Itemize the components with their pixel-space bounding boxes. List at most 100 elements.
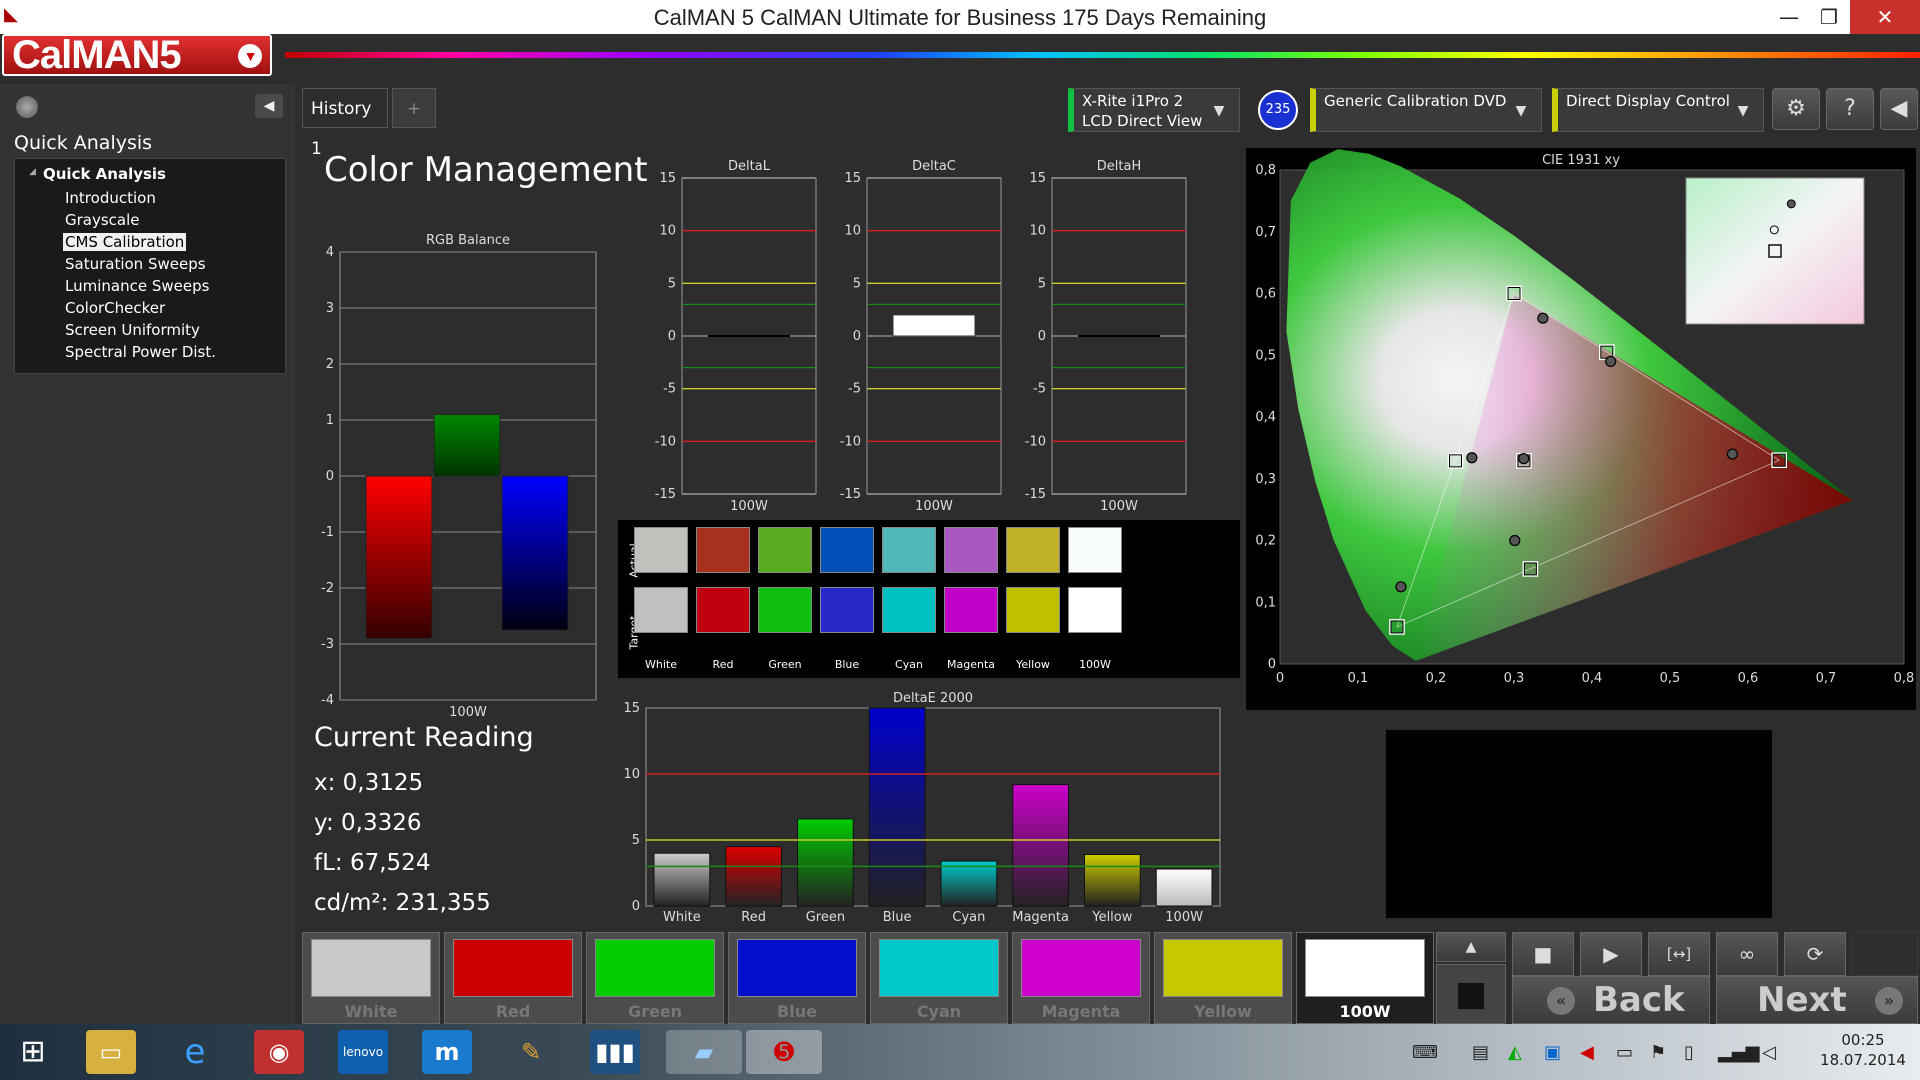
- x-tick-label: Magenta: [1012, 910, 1069, 925]
- app-icon-3[interactable]: ▮▮▮: [590, 1030, 640, 1074]
- cie-1931-chart: CIE 1931 xy 0 0,1 0,2 0,3 0,4 0,5 0,6 0,7 0,8 0 0,1…: [1246, 148, 1916, 710]
- source-name: Generic Calibration DVD: [1324, 92, 1507, 110]
- x-tick-label: Yellow: [1091, 910, 1132, 925]
- patch-button-green[interactable]: Green: [586, 932, 724, 1024]
- logo-dropdown-icon[interactable]: ▼: [238, 44, 262, 68]
- patch-label: Cyan: [916, 1002, 962, 1021]
- app-icon-1[interactable]: ◉: [254, 1030, 304, 1074]
- delta-e-2000-chart: DeltaE 2000 15 10 5 0 White Red Green Blue Cyan Ma…: [623, 691, 1221, 925]
- x-tick-label: 0,7: [1816, 671, 1837, 686]
- chevron-down-icon[interactable]: ▼: [1207, 99, 1231, 123]
- file-explorer-icon[interactable]: ▭: [86, 1030, 136, 1074]
- y-tick-label: 5: [632, 833, 640, 848]
- patch-button-red[interactable]: Red: [444, 932, 582, 1024]
- delta-e-bar: [1155, 868, 1213, 907]
- chevron-down-icon[interactable]: ▼: [1731, 99, 1755, 123]
- tray-icon-2[interactable]: ▣: [1544, 1042, 1561, 1063]
- chevron-down-icon[interactable]: ▼: [1509, 99, 1533, 123]
- settings-gear-icon[interactable]: ⚙: [1772, 88, 1820, 130]
- app-icon-2[interactable]: m: [422, 1030, 472, 1074]
- play-button[interactable]: ▶: [1580, 932, 1642, 976]
- up-button[interactable]: ▲: [1436, 932, 1506, 962]
- display-selector[interactable]: Direct Display Control ▼: [1552, 88, 1764, 132]
- app-icon-4[interactable]: ▰: [666, 1030, 742, 1074]
- loop-button[interactable]: ∞: [1716, 932, 1778, 976]
- delta-e-bar: [797, 818, 854, 907]
- speaker-tray-icon[interactable]: ◀: [1580, 1042, 1594, 1063]
- window-title: CalMAN 5 CalMAN Ultimate for Business 17…: [653, 5, 1267, 30]
- delta-bar: [892, 314, 976, 337]
- sidebar-item-label: Spectral Power Dist.: [65, 343, 216, 361]
- tab-history-1[interactable]: History 1: [302, 88, 388, 159]
- swatch-label: 100W: [1079, 658, 1111, 671]
- back-button[interactable]: « Back: [1512, 976, 1710, 1024]
- start-windows-icon[interactable]: ⊞: [8, 1030, 58, 1074]
- lenovo-icon[interactable]: lenovo: [338, 1030, 388, 1074]
- patch-button-100w[interactable]: 100W: [1296, 932, 1434, 1024]
- y-tick-label: 10: [659, 224, 676, 239]
- record-indicator-icon[interactable]: [16, 96, 38, 118]
- actual-swatch: [944, 527, 998, 573]
- patch-button-blue[interactable]: Blue: [728, 932, 866, 1024]
- x-tick-label: 0,8: [1894, 671, 1915, 686]
- sidebar-item[interactable]: ColorChecker: [15, 297, 285, 319]
- current-reading-title: Current Reading: [314, 722, 534, 753]
- sidebar-item[interactable]: Screen Uniformity: [15, 319, 285, 341]
- display-tray-icon[interactable]: ▭: [1616, 1042, 1633, 1063]
- nvidia-icon[interactable]: ◭: [1508, 1042, 1522, 1063]
- sidebar-item[interactable]: Spectral Power Dist.: [15, 341, 285, 363]
- record-button[interactable]: ■: [1436, 964, 1506, 1024]
- patch-button-white[interactable]: White: [302, 932, 440, 1024]
- y-tick-label: -15: [655, 487, 676, 502]
- target-swatch: [696, 587, 750, 633]
- patch-button-magenta[interactable]: Magenta: [1012, 932, 1150, 1024]
- paint-icon[interactable]: ✎: [506, 1030, 556, 1074]
- patch-button-yellow[interactable]: Yellow: [1154, 932, 1292, 1024]
- sidebar-item[interactable]: Luminance Sweeps: [15, 275, 285, 297]
- close-button[interactable]: ✕: [1850, 0, 1920, 34]
- sidebar-collapse-button[interactable]: ◀: [255, 94, 283, 118]
- y-tick-label: 0: [668, 329, 676, 344]
- panel-back-icon[interactable]: ◀: [1880, 88, 1918, 130]
- measured-point: [1509, 534, 1521, 547]
- sidebar-item-label: ColorChecker: [65, 299, 166, 317]
- next-button[interactable]: Next »: [1716, 976, 1918, 1024]
- help-icon[interactable]: ?: [1826, 88, 1874, 130]
- chart-title: DeltaH: [1097, 159, 1141, 174]
- y-tick-label: 0,5: [1255, 348, 1276, 363]
- x-axis-label: 100W: [1100, 499, 1138, 514]
- calman-taskbar-icon[interactable]: ➎: [746, 1030, 822, 1074]
- sidebar-item[interactable]: Introduction: [15, 187, 285, 209]
- network-icon[interactable]: ▂▄▆: [1718, 1042, 1760, 1063]
- chart-title: CIE 1931 xy: [1542, 153, 1620, 168]
- battery-icon[interactable]: ▯: [1684, 1042, 1694, 1063]
- patch-button-cyan[interactable]: Cyan: [870, 932, 1008, 1024]
- delta-e-bar: [653, 852, 711, 907]
- y-tick-label: 0,7: [1255, 225, 1276, 240]
- clock[interactable]: 00:25 18.07.2014: [1808, 1030, 1918, 1070]
- fit-button[interactable]: [↔]: [1648, 932, 1710, 976]
- reading-x: x: 0,3125: [314, 770, 424, 796]
- source-selector[interactable]: Generic Calibration DVD ▼: [1310, 88, 1542, 132]
- tree-head[interactable]: Quick Analysis: [15, 165, 285, 187]
- extra-control-button[interactable]: [1852, 932, 1918, 976]
- calman-logo: CalMAN5 ▼: [2, 34, 272, 76]
- swatch-panel: Actual Target WhiteRedGreenBlueCyanMagen…: [618, 520, 1240, 678]
- sidebar-item[interactable]: CMS Calibration: [15, 231, 285, 253]
- restore-button[interactable]: ❐: [1806, 0, 1852, 34]
- internet-explorer-icon[interactable]: e: [170, 1030, 220, 1074]
- sidebar-item[interactable]: Grayscale: [15, 209, 285, 231]
- swatch-label: Magenta: [946, 658, 995, 671]
- refresh-button[interactable]: ⟳: [1784, 932, 1846, 976]
- volume-icon[interactable]: ◁: [1762, 1042, 1776, 1063]
- meter-selector[interactable]: X-Rite i1Pro 2 LCD Direct View ▼: [1068, 88, 1240, 132]
- reading-y: y: 0,3326: [314, 810, 422, 836]
- actual-swatch: [1068, 527, 1122, 573]
- keyboard-icon[interactable]: ⌨: [1412, 1042, 1438, 1063]
- stop-button[interactable]: ■: [1512, 932, 1574, 976]
- y-tick-label: 0,8: [1255, 163, 1276, 178]
- tray-icon-1[interactable]: ▤: [1472, 1042, 1489, 1063]
- sidebar-item[interactable]: Saturation Sweeps: [15, 253, 285, 275]
- flag-icon[interactable]: ⚑: [1650, 1042, 1666, 1063]
- add-tab-button[interactable]: +: [392, 88, 436, 128]
